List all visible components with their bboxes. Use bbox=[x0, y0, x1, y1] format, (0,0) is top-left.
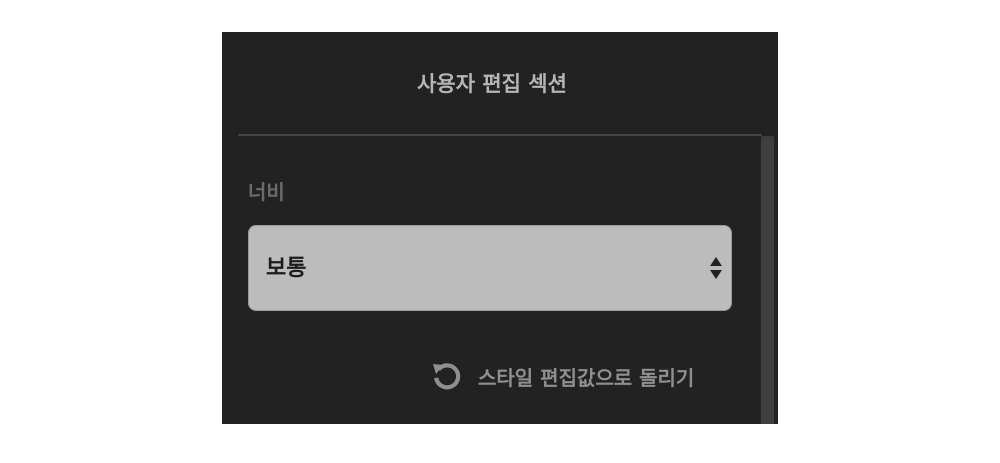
width-label: 너비 bbox=[248, 180, 285, 204]
width-select-value: 보통 bbox=[266, 256, 307, 281]
select-arrows-icon bbox=[710, 257, 722, 279]
reset-icon bbox=[433, 363, 461, 390]
width-select[interactable]: 보통 bbox=[248, 225, 732, 311]
reset-style-button[interactable]: 스타일 편집값으로 돌리기 bbox=[430, 358, 694, 394]
title-divider bbox=[238, 134, 762, 136]
panel-title: 사용자 편집 섹션 bbox=[417, 72, 567, 96]
reset-style-label: 스타일 편집값으로 돌리기 bbox=[478, 365, 695, 390]
scrollbar-thumb[interactable] bbox=[761, 136, 774, 424]
panel-scrollbar[interactable] bbox=[761, 136, 774, 424]
stage: 사용자 편집 섹션 너비 보통 스타일 편집값으로 돌리기 bbox=[0, 0, 1000, 463]
custom-edit-panel: 사용자 편집 섹션 너비 보통 스타일 편집값으로 돌리기 bbox=[222, 32, 778, 424]
